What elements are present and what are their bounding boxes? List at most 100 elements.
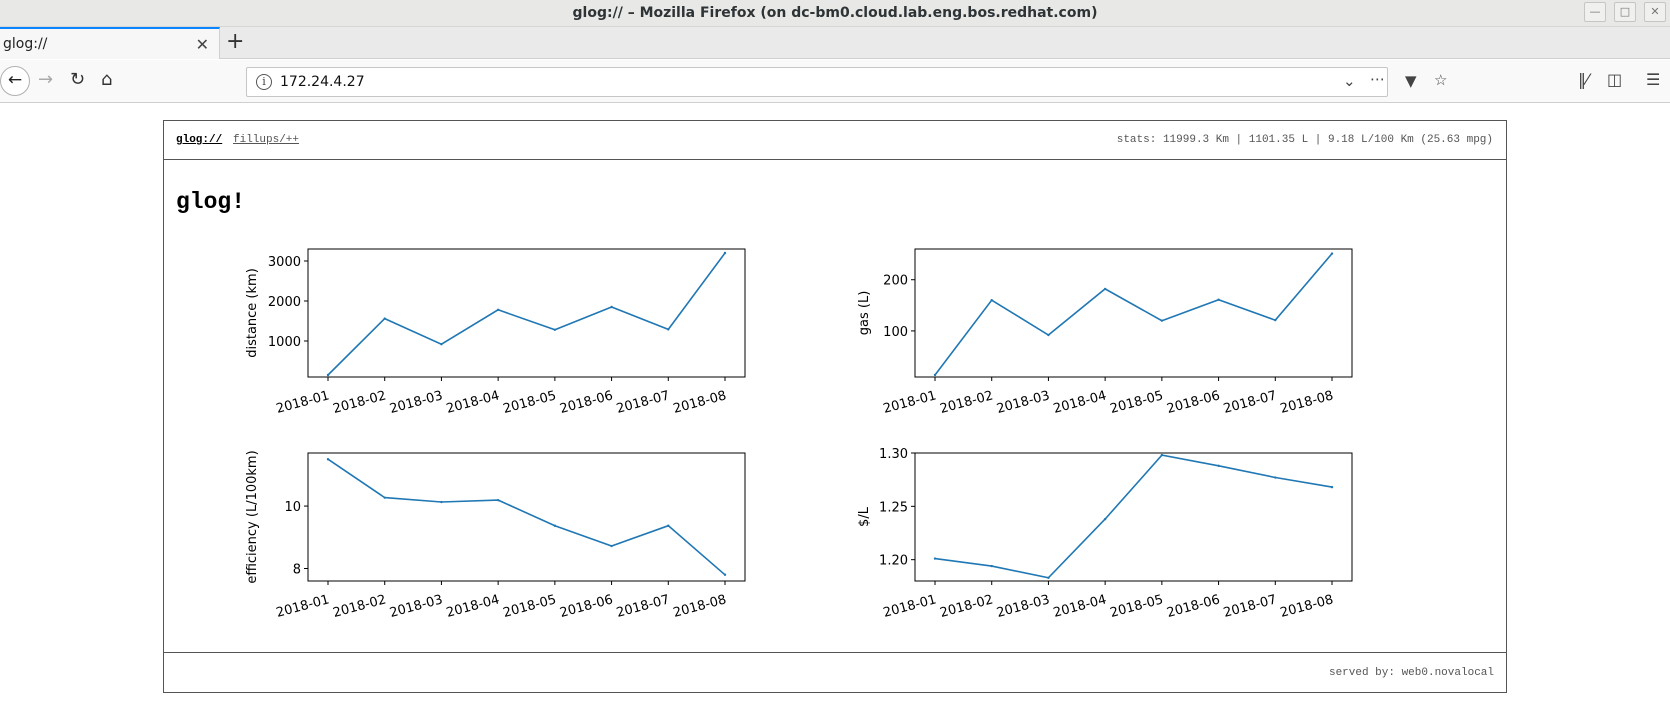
y-tick-label: 3000 [268, 255, 301, 270]
data-point [1217, 298, 1220, 301]
data-point [383, 496, 386, 499]
x-tick-label: 2018-05 [1109, 592, 1165, 621]
gas-chart: 100 200 2018-01 2018-02 2018-03 2018-04 2018-0… [771, 241, 1443, 461]
y-tick-label: 1.20 [879, 554, 908, 569]
close-window-icon[interactable]: ✕ [1644, 2, 1666, 22]
x-tick-label: 2018-07 [615, 592, 671, 621]
x-tick-label: 2018-03 [995, 592, 1051, 621]
plot-frame [914, 452, 1353, 582]
navigation-bar: ← → ↻ ⌂ i 172.24.4.27 ⌄ ⋯ ▼ ☆ ‖⁄ ◫ ☰ [0, 60, 1670, 103]
fillups-add-link[interactable]: fillups/++ [233, 134, 299, 146]
reload-icon[interactable]: ↻ [70, 69, 85, 90]
tab-glog[interactable]: glog:// ✕ [0, 27, 220, 59]
x-tick-label: 2018-07 [1222, 592, 1278, 621]
url-bar[interactable]: i 172.24.4.27 ⌄ ⋯ ▼ ☆ [246, 67, 1447, 97]
y-tick-label: 8 [293, 563, 301, 578]
data-point [667, 328, 670, 331]
x-tick-label: 2018-08 [672, 388, 728, 417]
pocket-icon[interactable]: ▼ [1405, 72, 1417, 90]
y-tick-label: 10 [284, 500, 301, 515]
efficiency-chart: 8 10 2018-01 2018-02 2018-03 2018-04 2018-05 20… [164, 445, 836, 665]
x-tick-label: 2018-02 [331, 388, 387, 417]
page-title: glog! [176, 189, 246, 215]
series-line [934, 253, 1333, 376]
x-tick-label: 2018-04 [445, 592, 501, 621]
site-info-icon[interactable]: i [256, 74, 272, 90]
chart-svg: 8102018-01 2018-02 2018-03 2018-04 2018-05 20… [245, 450, 746, 621]
forward-arrow-icon[interactable]: → [38, 69, 53, 90]
y-axis-label: distance (km) [245, 268, 260, 358]
distance-chart: 1000 2000 3000 2018-01 2018-02 2018-03 2018-04… [164, 241, 836, 461]
x-tick-label: 2018-01 [275, 388, 331, 417]
minimize-icon[interactable]: — [1584, 2, 1606, 22]
x-tick-label: 2018-02 [331, 592, 387, 621]
data-point [933, 557, 937, 560]
y-tick-label: 100 [883, 325, 908, 340]
x-tick-label: 2018-06 [558, 592, 614, 621]
data-point [496, 498, 500, 502]
x-tick-label: 2018-07 [615, 388, 671, 417]
data-point [723, 573, 727, 576]
chart-svg: 1.20 1.25 1.30 2018-01 2018-02 2018-03 2018-04… [857, 447, 1353, 621]
data-point [1103, 287, 1107, 291]
data-point [990, 299, 993, 302]
window-title: glog:// – Mozilla Firefox (on dc-bm0.clo… [572, 5, 1098, 21]
back-arrow-icon[interactable]: ← [0, 66, 30, 96]
x-tick-label: 2018-03 [388, 388, 444, 417]
chart-svg: 1000 2000 3000 2018-01 2018-02 2018-03 2018-04… [245, 248, 746, 417]
y-axis-label: gas (L) [857, 291, 872, 336]
data-point [1274, 476, 1277, 479]
x-tick-label: 2018-04 [1052, 388, 1108, 417]
page-footer: served by: web0.novalocal [164, 652, 1506, 692]
data-point [1330, 485, 1334, 489]
y-axis-label: $/L [857, 506, 872, 527]
data-point [1047, 333, 1050, 337]
bookmark-star-icon[interactable]: ☆ [1434, 71, 1447, 89]
x-tick-label: 2018-08 [672, 592, 728, 621]
series-line [327, 252, 726, 376]
url-text[interactable]: 172.24.4.27 [280, 74, 365, 90]
x-tick-label: 2018-01 [882, 592, 938, 621]
page-container: glog:// fillups/++ stats: 11999.3 Km | 1… [163, 120, 1507, 693]
y-tick-label: 1.25 [879, 500, 908, 515]
y-tick-label: 200 [883, 274, 908, 289]
x-tick-label: 2018-06 [558, 388, 614, 417]
brand-link[interactable]: glog:// [176, 134, 222, 146]
series-line [934, 454, 1333, 579]
library-icon[interactable]: ‖⁄ [1578, 70, 1589, 89]
data-point [553, 524, 557, 527]
served-by-text: served by: web0.novalocal [1328, 667, 1494, 679]
y-axis-label: efficiency (L/100km) [245, 450, 260, 583]
data-point [990, 564, 993, 568]
plot-frame [914, 248, 1353, 378]
data-point [326, 458, 330, 461]
x-tick-label: 2018-02 [938, 592, 994, 621]
data-point [440, 500, 443, 504]
series-line [327, 458, 726, 576]
data-point [1047, 576, 1050, 579]
data-point [610, 305, 613, 309]
x-tick-label: 2018-04 [1052, 592, 1108, 621]
data-point [553, 328, 557, 331]
x-tick-label: 2018-03 [995, 388, 1051, 417]
chart-svg: 1002002018-01 2018-02 2018-03 2018-04 2018-0… [857, 248, 1353, 417]
data-point [1330, 252, 1334, 255]
data-point [440, 343, 443, 346]
x-tick-label: 2018-07 [1222, 388, 1278, 417]
menu-icon[interactable]: ☰ [1646, 70, 1660, 89]
maximize-icon[interactable]: □ [1614, 2, 1636, 22]
close-tab-icon[interactable]: ✕ [196, 35, 209, 54]
chevron-down-icon[interactable]: ⌄ [1343, 72, 1356, 90]
new-tab-icon[interactable]: + [226, 29, 244, 54]
y-tick-label: 1000 [268, 335, 301, 350]
tab-strip: glog:// ✕ + [0, 27, 1670, 59]
stats-text: stats: 11999.3 Km | 1101.35 L | 9.18 L/1… [1116, 134, 1493, 146]
x-tick-label: 2018-04 [445, 388, 501, 417]
x-tick-label: 2018-06 [1165, 592, 1221, 621]
page-header: glog:// fillups/++ stats: 11999.3 Km | 1… [164, 121, 1506, 160]
data-point [383, 317, 386, 320]
x-tick-label: 2018-01 [275, 592, 331, 621]
more-actions-icon[interactable]: ⋯ [1370, 70, 1385, 88]
sidebar-icon[interactable]: ◫ [1607, 70, 1622, 89]
home-icon[interactable]: ⌂ [101, 69, 112, 90]
